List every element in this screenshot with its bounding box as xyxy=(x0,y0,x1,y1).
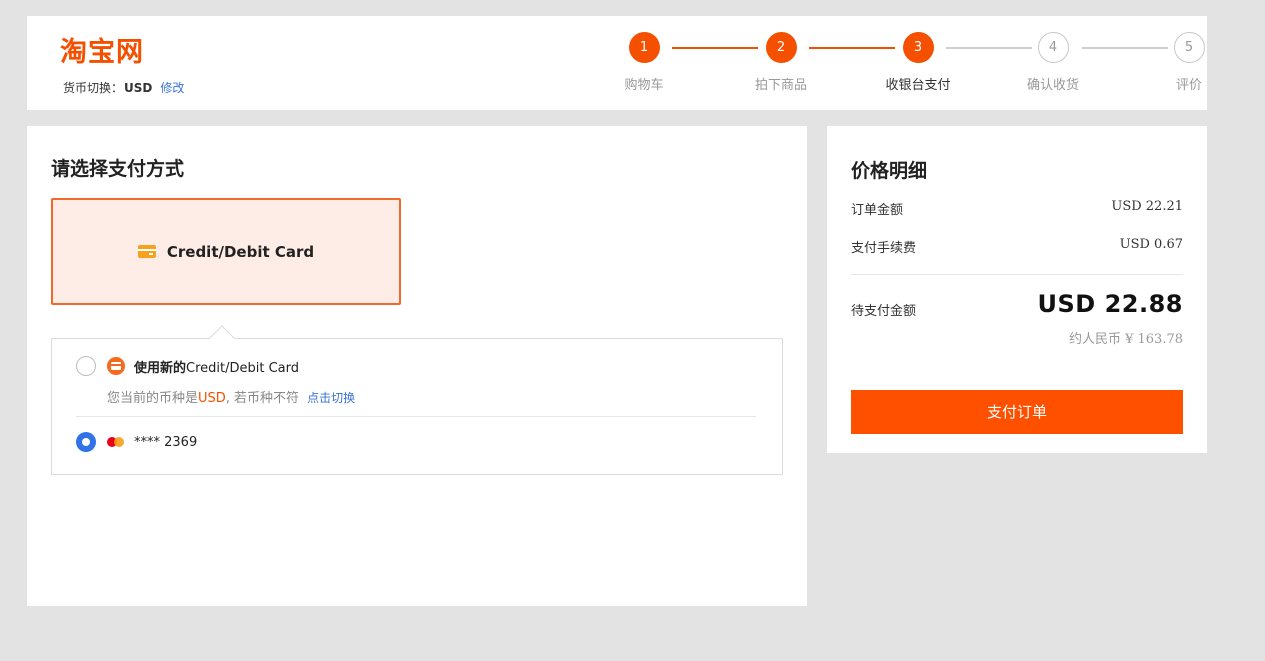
fee-value: USD 0.67 xyxy=(1119,237,1183,252)
step-number: 1 xyxy=(628,32,660,63)
checkout-progress: 1 购物车 2 拍下商品 3 收银台支付 4 确认收货 5 评价 xyxy=(596,32,1205,102)
payment-method-label: Credit/Debit Card xyxy=(166,242,315,261)
credit-card-icon xyxy=(137,245,156,258)
price-detail-panel: 价格明细 订单金额 USD 22.21 支付手续费 USD 0.67 待支付金额… xyxy=(827,126,1207,453)
step-label: 评价 xyxy=(1175,78,1202,93)
payment-method-card-option[interactable]: Credit/Debit Card xyxy=(51,198,401,305)
step-number: 5 xyxy=(1173,32,1205,63)
pointer-notch xyxy=(209,325,235,351)
step-label: 拍下商品 xyxy=(754,78,807,93)
order-amount-row: 订单金额 USD 22.21 xyxy=(851,199,1183,218)
step-confirm: 4 确认收货 xyxy=(1008,32,1098,93)
saved-card-number: **** 2369 xyxy=(134,434,198,450)
order-amount-label: 订单金额 xyxy=(851,203,904,218)
divider xyxy=(851,274,1183,275)
mastercard-icon xyxy=(107,436,125,448)
step-label: 收银台支付 xyxy=(885,78,951,93)
currency-switch-link[interactable]: 点击切换 xyxy=(307,391,355,405)
page-title: 请选择支付方式 xyxy=(51,158,185,180)
step-label: 购物车 xyxy=(624,78,664,93)
card-badge-icon xyxy=(107,357,125,375)
step-number: 4 xyxy=(1037,32,1069,63)
order-amount-value: USD 22.21 xyxy=(1111,199,1183,214)
header: 淘宝网 货币切换：USD 修改 1 购物车 2 拍下商品 3 收银台支付 4 确认… xyxy=(27,16,1207,110)
saved-card-option[interactable]: **** 2369 xyxy=(76,431,197,453)
step-label: 确认收货 xyxy=(1026,78,1079,93)
card-options-box: 使用新的Credit/Debit Card 您当前的币种是USD, 若币种不符点… xyxy=(51,325,783,475)
fee-label: 支付手续费 xyxy=(851,241,917,256)
payment-method-panel: 请选择支付方式 Credit/Debit Card 使用新的Credit/Deb… xyxy=(27,126,807,606)
total-value: USD 22.88 xyxy=(1037,290,1183,318)
step-number: 3 xyxy=(902,32,934,63)
currency-code: USD xyxy=(124,81,153,95)
currency-edit-link[interactable]: 修改 xyxy=(160,81,184,95)
step-review: 5 评价 xyxy=(1144,32,1234,93)
new-card-label: 使用新的Credit/Debit Card xyxy=(134,360,300,376)
rmb-equivalent: 约人民币 ¥ 163.78 xyxy=(1068,332,1183,347)
pay-order-button[interactable]: 支付订单 xyxy=(851,390,1183,434)
total-label: 待支付金额 xyxy=(851,304,917,319)
step-cart: 1 购物车 xyxy=(599,32,689,93)
step-order: 2 拍下商品 xyxy=(736,32,826,93)
divider xyxy=(76,416,756,417)
price-detail-title: 价格明细 xyxy=(851,160,928,182)
taobao-logo[interactable]: 淘宝网 xyxy=(60,30,144,69)
new-card-radio[interactable] xyxy=(76,356,96,376)
step-payment: 3 收银台支付 xyxy=(873,32,963,93)
step-number: 2 xyxy=(765,32,797,63)
currency-label: 货币切换： xyxy=(63,81,124,95)
fee-row: 支付手续费 USD 0.67 xyxy=(851,237,1183,256)
currency-switcher: 货币切换：USD 修改 xyxy=(63,79,184,96)
saved-card-radio[interactable] xyxy=(76,432,96,452)
new-card-option[interactable]: 使用新的Credit/Debit Card xyxy=(76,355,299,377)
currency-note: 您当前的币种是USD, 若币种不符 点击切换 xyxy=(107,391,356,406)
